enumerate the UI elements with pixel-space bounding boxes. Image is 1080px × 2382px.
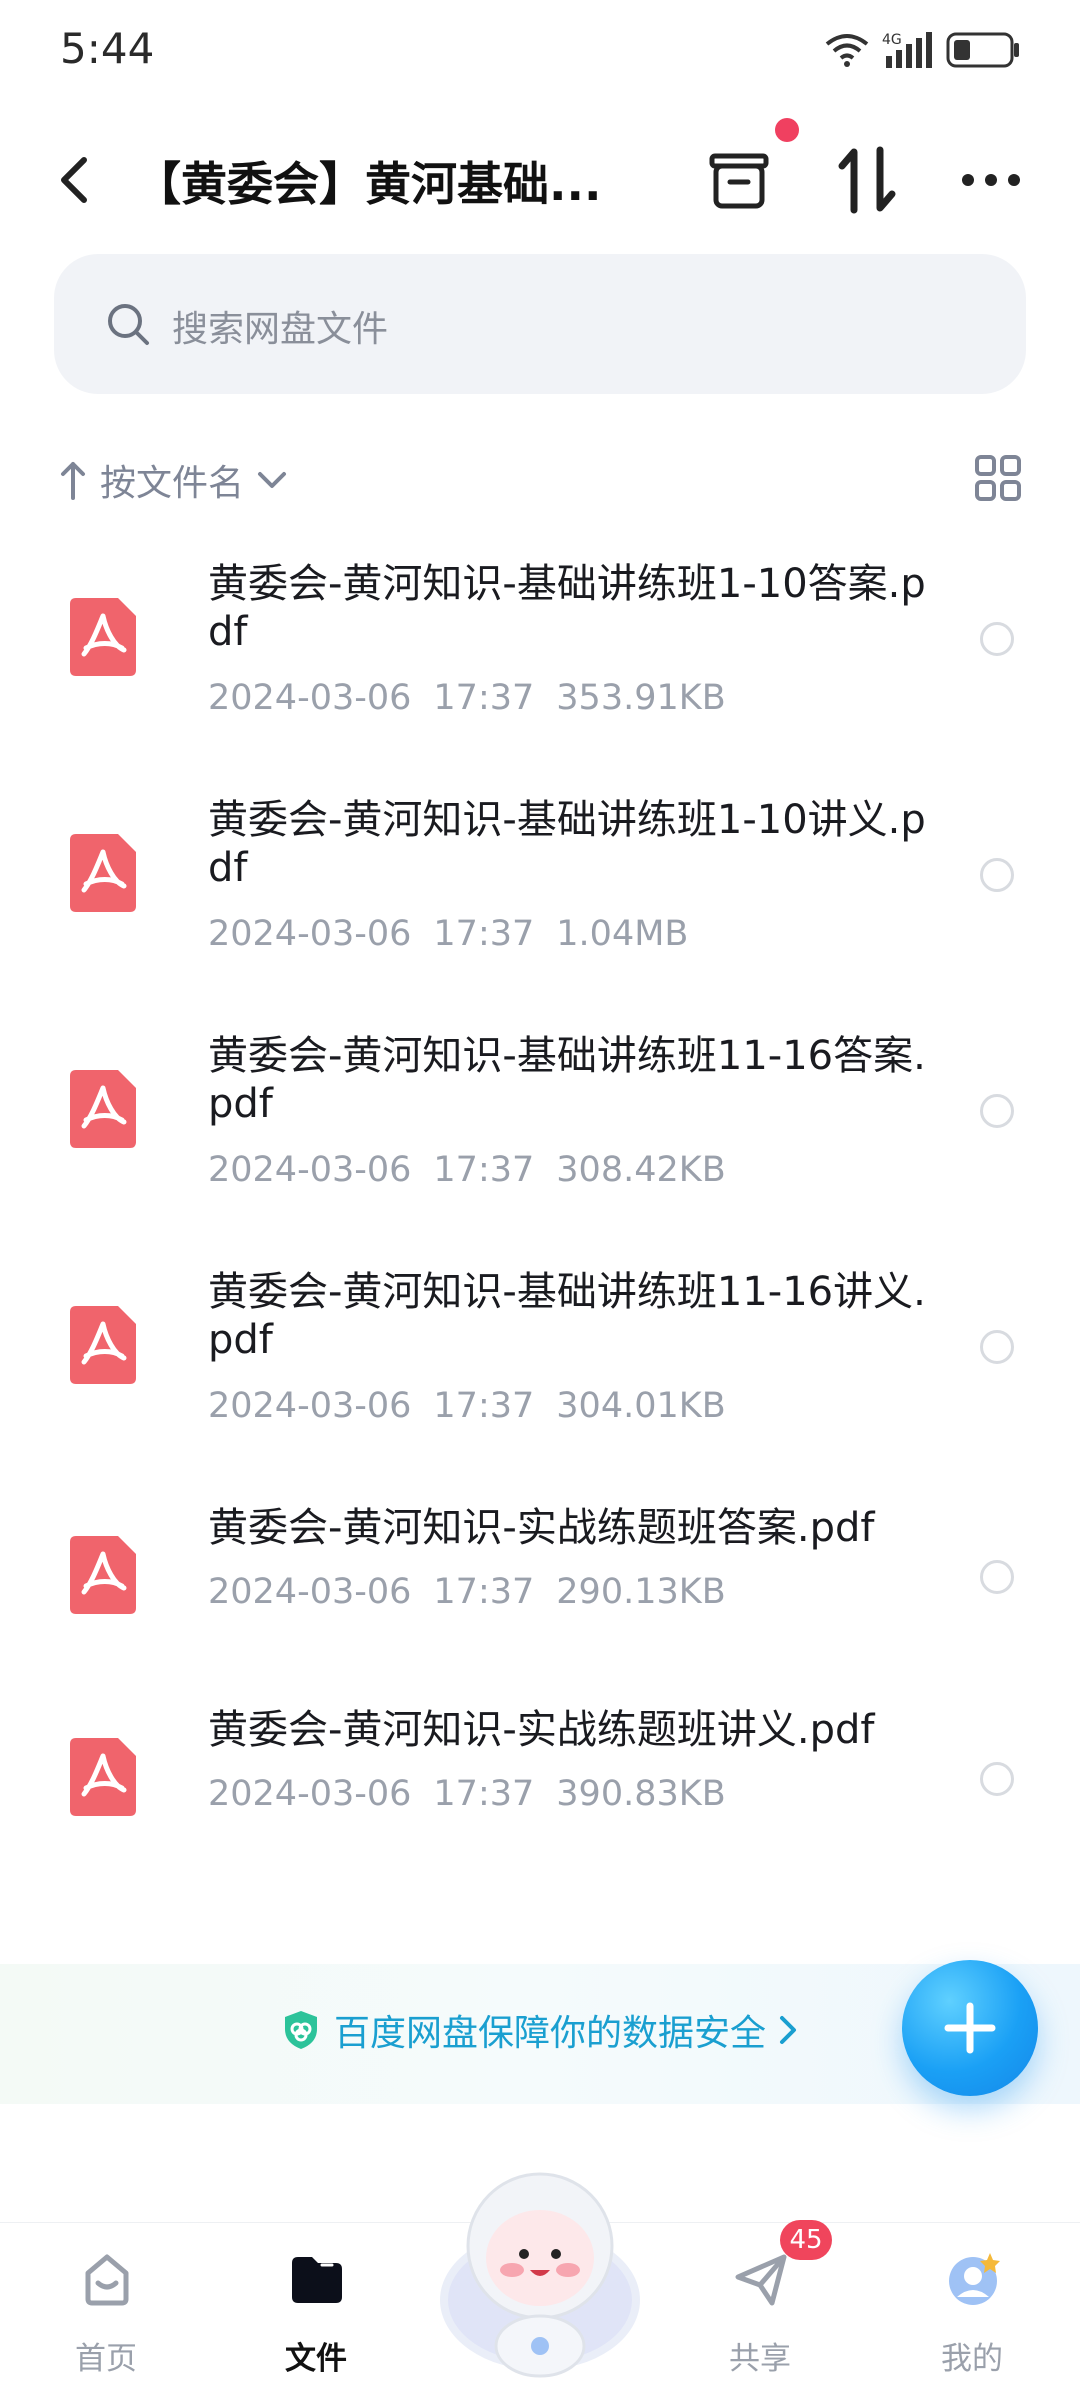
file-meta: 2024-03-06 17:37 290.13KB	[208, 1572, 748, 1612]
file-time: 17:37	[433, 678, 535, 718]
nav-label: 首页	[75, 2341, 137, 2377]
grid-view-icon[interactable]	[974, 454, 1022, 502]
status-bar: 5:44 4G	[0, 0, 1080, 110]
file-date: 2024-03-06	[208, 1150, 412, 1190]
select-checkbox[interactable]	[980, 1560, 1014, 1594]
share-count-badge: 45	[780, 2220, 832, 2260]
add-button[interactable]	[902, 1960, 1038, 2096]
file-name: 黄委会-黄河知识-实战练题班答案.pdf	[208, 1505, 875, 1551]
file-item[interactable]: 黄委会-黄河知识-基础讲练班1-10答案.pdf 2024-03-06 17:37…	[0, 540, 1080, 770]
file-item[interactable]: 黄委会-黄河知识-实战练题班讲义.pdf 2024-03-06 17:37 390.…	[0, 1686, 1080, 1876]
file-time: 17:37	[433, 1386, 535, 1426]
data-safety-link[interactable]: 百度网盘保障你的数据安全	[282, 2004, 800, 2056]
wifi-icon	[825, 34, 869, 67]
file-name: 黄委会-黄河知识-实战练题班讲义.pdf	[208, 1707, 875, 1753]
nav-label: 文件	[285, 2341, 347, 2377]
file-item[interactable]: 黄委会-黄河知识-基础讲练班1-10讲义.pdf 2024-03-06 17:37…	[0, 776, 1080, 1006]
nav-item-files[interactable]: 文件	[246, 2237, 386, 2377]
pdf-file-icon	[70, 598, 136, 676]
select-checkbox[interactable]	[980, 622, 1014, 656]
pdf-file-icon	[70, 1738, 136, 1816]
battery-icon	[946, 32, 1019, 68]
sort-order-icon[interactable]	[832, 144, 902, 216]
file-time: 17:37	[433, 914, 535, 954]
sort-label: 按文件名	[100, 463, 245, 504]
file-date: 2024-03-06	[208, 1386, 412, 1426]
plus-icon	[944, 2002, 996, 2054]
file-date: 2024-03-06	[208, 1774, 412, 1814]
select-checkbox[interactable]	[980, 1094, 1014, 1128]
nav-item-profile[interactable]: 我的	[902, 2237, 1042, 2377]
more-icon[interactable]	[960, 162, 1022, 198]
file-time: 17:37	[433, 1774, 535, 1814]
header: 【黄委会】黄河基础...	[0, 120, 1080, 240]
sort-by-filename-button[interactable]: 按文件名	[58, 450, 290, 510]
select-checkbox[interactable]	[980, 1330, 1014, 1364]
file-meta: 2024-03-06 17:37 304.01KB	[208, 1386, 748, 1426]
file-size: 304.01KB	[556, 1386, 726, 1426]
nav-label: 共享	[729, 2341, 791, 2377]
page-title: 【黄委会】黄河基础...	[135, 157, 602, 211]
file-date: 2024-03-06	[208, 1572, 412, 1612]
file-time: 17:37	[433, 1572, 535, 1612]
pdf-file-icon	[70, 834, 136, 912]
mascot-assistant-icon[interactable]	[430, 2150, 650, 2382]
signal-icon: 4G	[882, 32, 932, 68]
file-meta: 2024-03-06 17:37 1.04MB	[208, 914, 710, 954]
file-size: 353.91KB	[556, 678, 726, 718]
file-meta: 2024-03-06 17:37 308.42KB	[208, 1150, 748, 1190]
back-icon[interactable]	[50, 152, 100, 208]
file-name: 黄委会-黄河知识-基础讲练班1-10讲义.pdf	[208, 797, 926, 891]
nav-label: 我的	[941, 2341, 1003, 2377]
file-size: 390.83KB	[556, 1774, 726, 1814]
select-checkbox[interactable]	[980, 858, 1014, 892]
file-name: 黄委会-黄河知识-基础讲练班1-10答案.pdf	[208, 561, 926, 655]
file-size: 1.04MB	[556, 914, 689, 954]
arrow-up-icon	[61, 462, 85, 500]
file-item[interactable]: 黄委会-黄河知识-基础讲练班11-16答案.pdf 2024-03-06 17:3…	[0, 1012, 1080, 1242]
shield-icon	[285, 2011, 317, 2049]
file-date: 2024-03-06	[208, 914, 412, 954]
file-item[interactable]: 黄委会-黄河知识-实战练题班答案.pdf 2024-03-06 17:37 290.…	[0, 1484, 1080, 1674]
status-time: 5:44	[60, 24, 155, 73]
network-label: 4G	[882, 32, 902, 48]
file-size: 290.13KB	[556, 1572, 726, 1612]
chevron-down-icon	[258, 472, 287, 488]
file-item[interactable]: 黄委会-黄河知识-基础讲练班11-16讲义.pdf 2024-03-06 17:3…	[0, 1248, 1080, 1478]
profile-icon	[949, 2253, 1000, 2305]
safety-text: 百度网盘保障你的数据安全	[334, 2013, 767, 2054]
notification-dot	[775, 118, 799, 142]
pdf-file-icon	[70, 1070, 136, 1148]
status-icons: 4G	[824, 30, 1022, 70]
file-name: 黄委会-黄河知识-基础讲练班11-16讲义.pdf	[208, 1269, 926, 1363]
file-date: 2024-03-06	[208, 678, 412, 718]
pdf-file-icon	[70, 1536, 136, 1614]
chevron-right-icon	[780, 2016, 797, 2044]
search-input[interactable]: 搜索网盘文件	[54, 254, 1026, 394]
select-checkbox[interactable]	[980, 1762, 1014, 1796]
file-meta: 2024-03-06 17:37 353.91KB	[208, 678, 748, 718]
search-icon	[108, 304, 149, 345]
search-placeholder: 搜索网盘文件	[172, 309, 389, 350]
share-icon	[735, 2254, 787, 2306]
file-meta: 2024-03-06 17:37 390.83KB	[208, 1774, 748, 1814]
nav-item-home[interactable]: 首页	[36, 2237, 176, 2377]
folder-icon	[292, 2257, 342, 2303]
file-size: 308.42KB	[556, 1150, 726, 1190]
archive-box-icon[interactable]	[706, 148, 772, 214]
home-icon	[85, 2254, 129, 2306]
file-name: 黄委会-黄河知识-基础讲练班11-16答案.pdf	[208, 1033, 926, 1127]
pdf-file-icon	[70, 1306, 136, 1384]
file-time: 17:37	[433, 1150, 535, 1190]
